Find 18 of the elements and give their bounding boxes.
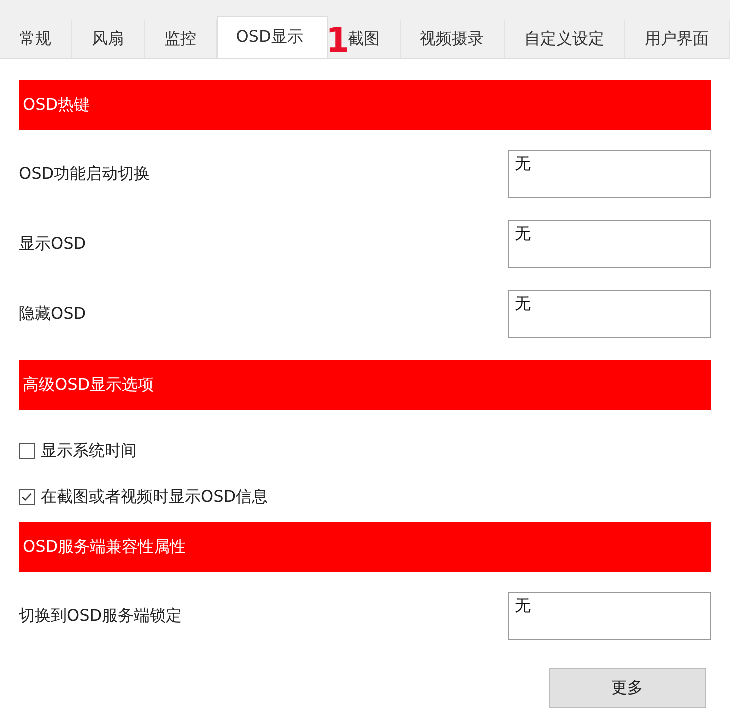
section-header: 高级OSD显示选项 xyxy=(19,360,711,410)
setting-label: 切换到OSD服务端锁定 xyxy=(19,606,182,626)
checkbox-label: 显示系统时间 xyxy=(41,440,137,462)
setting-label: 隐藏OSD xyxy=(19,304,86,324)
setting-label: OSD功能启动切换 xyxy=(19,164,150,184)
hotkey-field[interactable]: 无 xyxy=(508,290,711,338)
section-header: OSD服务端兼容性属性 xyxy=(19,522,711,572)
checkbox[interactable] xyxy=(19,489,35,505)
hotkey-field[interactable]: 无 xyxy=(508,220,711,268)
section-header: OSD热键 xyxy=(19,80,711,130)
tab[interactable]: OSD显示 xyxy=(217,16,328,58)
more-button[interactable]: 更多 xyxy=(549,668,706,708)
hotkey-field[interactable]: 无 xyxy=(508,592,711,640)
annotation-number: 1 xyxy=(326,24,350,58)
checkbox-label: 在截图或者视频时显示OSD信息 xyxy=(41,486,268,508)
setting-label: 显示OSD xyxy=(19,234,86,254)
checkbox[interactable] xyxy=(19,443,35,459)
hotkey-field[interactable]: 无 xyxy=(508,150,711,198)
